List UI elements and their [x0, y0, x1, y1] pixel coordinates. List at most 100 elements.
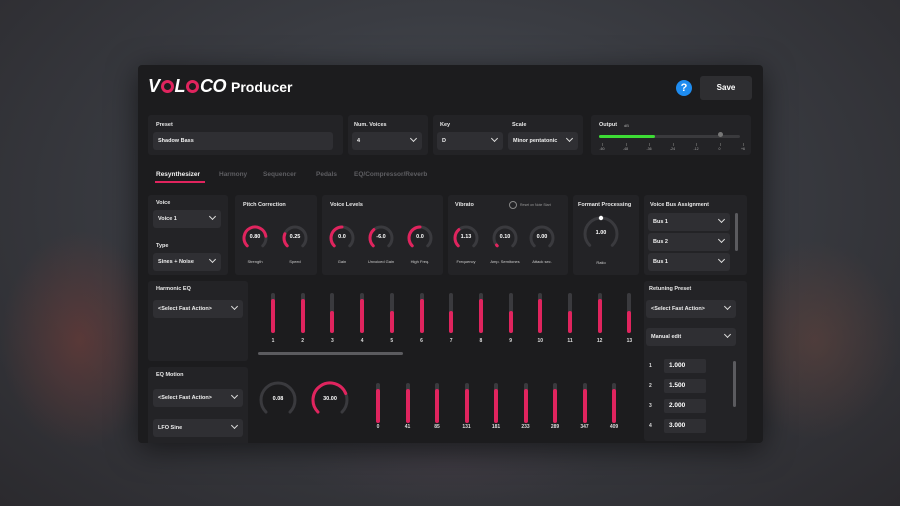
tab-harmony[interactable]: Harmony [219, 171, 247, 178]
type-select[interactable]: Sines + Noise [153, 253, 221, 271]
voice-panel: Voice Voice 1 Type Sines + Noise [148, 195, 228, 275]
formant-ratio-knob-caption: Ratio [596, 260, 606, 265]
harmonic-eq-action-select[interactable]: <Select Fast Action> [153, 300, 243, 318]
eq-motion-label: EQ Motion [156, 372, 184, 378]
vibrato-amp-knob[interactable]: 0.10 [491, 224, 519, 252]
lfo-select[interactable]: LFO Sine [153, 419, 243, 437]
eq-motion-bar[interactable] [523, 383, 528, 423]
harmonic-eq-bar[interactable] [478, 293, 483, 333]
unvoiced-gain-knob-value: -6.0 [376, 234, 386, 240]
tab-sequencer[interactable]: Sequencer [263, 171, 296, 178]
voice-select[interactable]: Voice 1 [153, 210, 221, 228]
tab-resynthesizer[interactable]: Resynthesizer [156, 171, 200, 178]
type-value: Sines + Noise [158, 259, 194, 265]
harmonic-eq-bar[interactable] [627, 293, 632, 333]
eq-motion-bar[interactable] [405, 383, 410, 423]
vibrato-attack-knob-value: 0.00 [536, 234, 548, 240]
retuning-action-select[interactable]: <Select Fast Action> [646, 300, 736, 318]
speed-knob[interactable]: 0.25 [281, 224, 309, 252]
high-freq-knob[interactable]: 0.0 [406, 224, 434, 252]
gain-knob[interactable]: 0.0 [328, 224, 356, 252]
harmonic-eq-bar-fill [300, 299, 305, 333]
ratio-value-field[interactable]: 3.000 [664, 419, 706, 433]
speed-knob-value: 0.25 [289, 234, 301, 240]
harmonic-eq-bar-label: 1 [271, 338, 275, 344]
eq-motion-bar-fill [464, 389, 469, 423]
harmonic-eq-bar[interactable] [300, 293, 305, 333]
harmonic-eq-scrollbar[interactable] [258, 352, 403, 355]
chevron-down-icon [723, 302, 732, 311]
eq-motion-bar[interactable] [553, 383, 557, 423]
chevron-down-icon [565, 134, 574, 143]
harmonic-eq-bar[interactable] [538, 293, 543, 333]
harmonic-eq-bar[interactable] [419, 293, 424, 333]
save-button[interactable]: Save [700, 76, 752, 100]
num-voices-panel: Num. Voices 4 [348, 115, 428, 155]
harmonic-eq-bar-label: 6 [420, 338, 423, 344]
harmonic-eq-bar-label: 7 [449, 338, 453, 344]
harmonic-eq-action-value: <Select Fast Action> [158, 306, 212, 312]
tab-eq-compressor-reverb[interactable]: EQ/Compressor/Reverb [354, 171, 427, 178]
ratio-value-field[interactable]: 2.000 [664, 399, 706, 413]
harmonic-eq-bar-fill [389, 311, 394, 333]
vibrato-label: Vibrato [455, 202, 474, 208]
bus-select-3[interactable]: Bus 1 [648, 253, 730, 271]
ratio-value-field[interactable]: 1.500 [664, 379, 706, 393]
harmonic-eq-bar[interactable] [568, 293, 572, 333]
eq-motion-bar[interactable] [464, 383, 469, 423]
harmonic-eq-bar[interactable] [508, 293, 513, 333]
num-voices-select[interactable]: 4 [352, 132, 422, 150]
harmonic-eq-bar-label: 10 [537, 338, 544, 344]
bus-select-2[interactable]: Bus 2 [648, 233, 730, 251]
strength-knob[interactable]: 0.80 [241, 224, 269, 252]
retuning-mode-select[interactable]: Manual edit [646, 328, 736, 346]
reset-on-note-start-radio[interactable] [509, 201, 517, 209]
help-button[interactable]: ? [676, 80, 692, 96]
bus-value-1: Bus 1 [653, 219, 668, 225]
output-tick-label: 0 [718, 147, 721, 151]
eq-motion-bar[interactable] [582, 383, 587, 423]
scale-label: Scale [512, 122, 527, 128]
eq-motion-rate-knob[interactable]: 0.08 [258, 380, 298, 420]
eq-motion-bar[interactable] [494, 383, 498, 423]
output-slider-thumb[interactable] [718, 132, 723, 137]
harmonic-eq-bar[interactable] [597, 293, 602, 333]
tab-pedals[interactable]: Pedals [316, 171, 337, 178]
harmonic-eq-bar[interactable] [360, 293, 365, 333]
voice-bus-scrollbar[interactable] [735, 213, 738, 251]
vibrato-frequency-knob[interactable]: 1.13 [452, 224, 480, 252]
key-scale-panel: Key D Scale Minor pentatonic [433, 115, 583, 155]
gain-knob-value: 0.0 [338, 234, 346, 240]
formant-ratio-knob[interactable]: 1.00 [582, 215, 620, 253]
harmonic-eq-bar-label: 4 [360, 338, 364, 344]
ratio-value-field[interactable]: 1.000 [664, 359, 706, 373]
key-select[interactable]: D [437, 132, 503, 150]
harmonic-eq-bar[interactable] [389, 293, 394, 333]
unvoiced-gain-knob[interactable]: -6.0 [367, 224, 395, 252]
retuning-scrollbar[interactable] [733, 361, 736, 407]
harmonic-eq-bar[interactable] [330, 293, 335, 333]
harmonic-eq-bar[interactable] [449, 293, 454, 333]
eq-motion-bar[interactable] [612, 383, 616, 423]
eq-motion-action-select[interactable]: <Select Fast Action> [153, 389, 243, 407]
harmonic-eq-bar[interactable] [271, 293, 275, 333]
num-voices-value: 4 [357, 138, 361, 144]
scale-select[interactable]: Minor pentatonic [508, 132, 578, 150]
voice-value: Voice 1 [158, 216, 177, 222]
vibrato-attack-knob[interactable]: 0.00 [528, 224, 556, 252]
preset-select[interactable]: Shadow Bass [153, 132, 333, 150]
bus-select-1[interactable]: Bus 1 [648, 213, 730, 231]
chevron-down-icon [717, 255, 726, 264]
retuning-action-value: <Select Fast Action> [651, 306, 705, 312]
eq-motion-bar[interactable] [376, 383, 380, 423]
output-tick-label: -24 [669, 147, 676, 151]
vibrato-frequency-knob-value: 1.13 [460, 234, 472, 240]
background-glow-left [0, 230, 160, 450]
harmonic-eq-bar-fill [449, 311, 454, 333]
eq-motion-bar-fill [612, 389, 616, 423]
output-meter-fill [599, 135, 656, 138]
harmonic-eq-bar-label: 3 [331, 338, 334, 344]
eq-motion-depth-knob[interactable]: 30.00 [310, 380, 350, 420]
eq-motion-bar[interactable] [435, 383, 439, 423]
active-tab-indicator [155, 181, 205, 183]
